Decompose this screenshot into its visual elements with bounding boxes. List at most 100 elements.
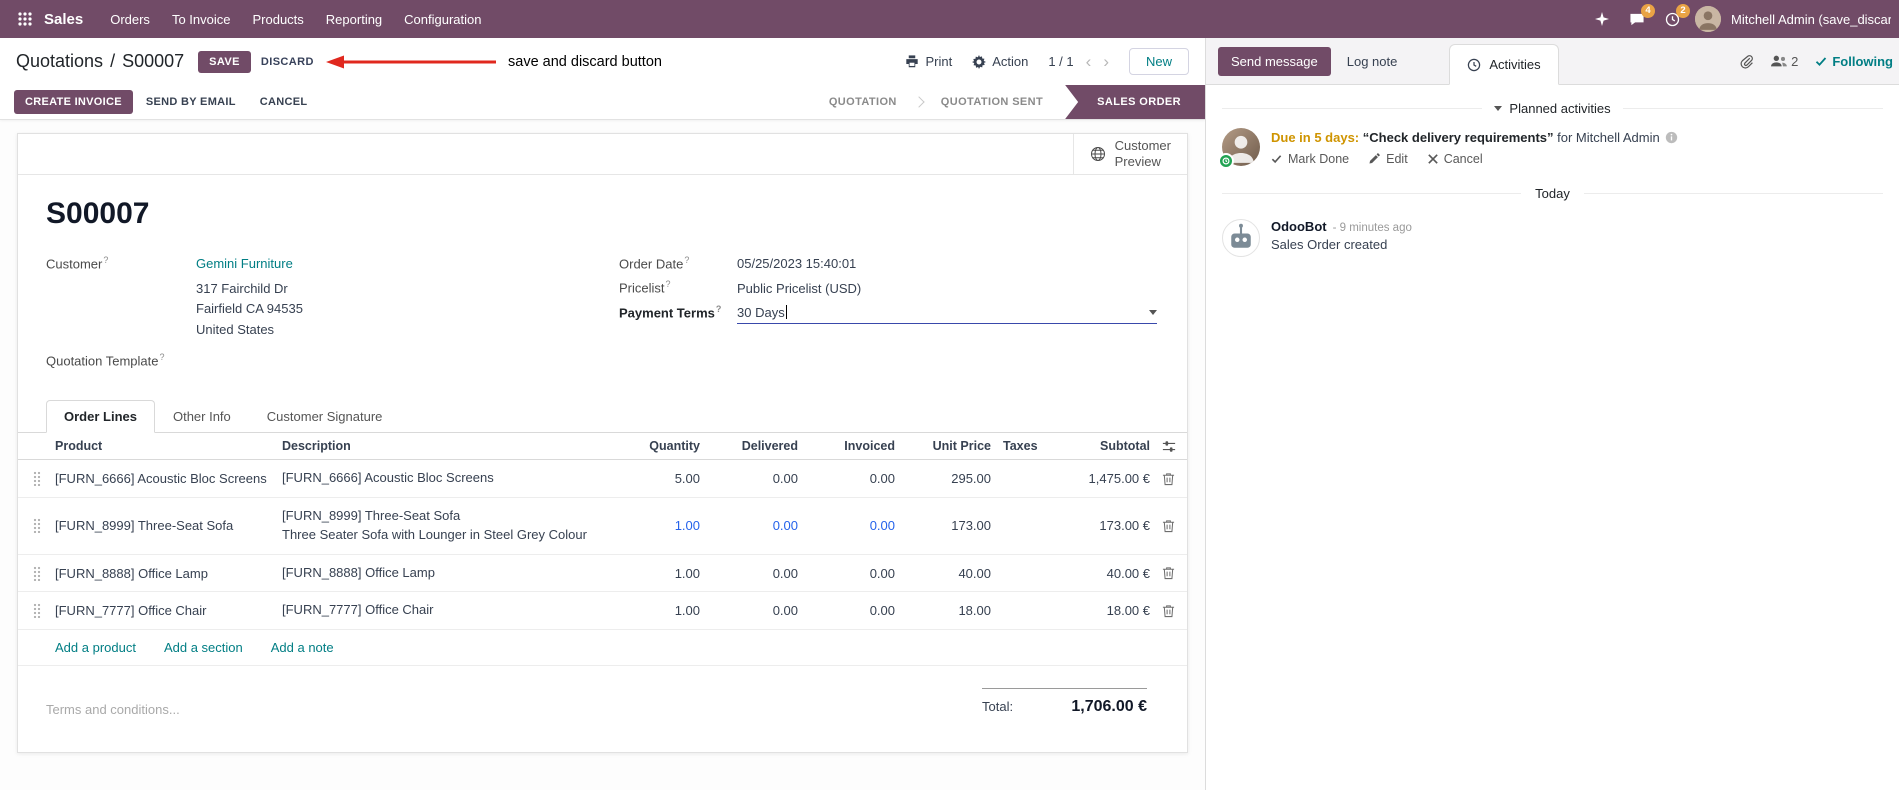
order-line-delivered[interactable]: 0.00 [700,603,798,618]
send-message-button[interactable]: Send message [1218,46,1331,76]
user-avatar[interactable] [1695,6,1721,32]
order-line-product[interactable]: [FURN_8999] Three-Seat Sofa [55,518,282,533]
print-button[interactable]: Print [905,54,952,69]
planned-activities-header[interactable]: Planned activities [1222,101,1884,116]
cancel-activity-button[interactable]: Cancel [1427,152,1483,166]
log-note-button[interactable]: Log note [1335,47,1410,76]
add-section-link[interactable]: Add a section [164,640,243,655]
drag-handle-icon[interactable] [32,518,41,534]
header-unit-price[interactable]: Unit Price [895,439,991,453]
delete-line-icon[interactable] [1162,604,1175,618]
dropdown-caret-icon[interactable] [1149,309,1157,315]
header-taxes[interactable]: Taxes [991,439,1055,453]
save-button[interactable]: SAVE [198,50,251,73]
stage-quotation[interactable]: QUOTATION [813,85,913,119]
tab-order-lines[interactable]: Order Lines [46,400,155,434]
delete-line-icon[interactable] [1162,566,1175,580]
action-menu-button[interactable]: Action [972,54,1028,69]
order-line-quantity[interactable]: 5.00 [610,471,700,486]
customer-preview-button[interactable]: Customer Preview [1072,134,1187,174]
order-line-description[interactable]: [FURN_8999] Three-Seat Sofa Three Seater … [282,507,610,545]
order-line-invoiced[interactable]: 0.00 [798,471,895,486]
following-button[interactable]: Following [1815,54,1893,69]
optional-columns-icon[interactable] [1162,440,1176,453]
drag-handle-icon[interactable] [32,471,41,486]
order-line-invoiced[interactable]: 0.00 [798,518,895,533]
activity-user-avatar[interactable] [1218,128,1260,169]
order-line-description[interactable]: [FURN_7777] Office Chair [282,601,610,620]
order-line-product[interactable]: [FURN_6666] Acoustic Bloc Screens [55,471,282,486]
messages-icon[interactable]: 4 [1624,3,1655,31]
activities-clock-icon[interactable]: 2 [1660,3,1690,31]
header-subtotal[interactable]: Subtotal [1055,439,1150,453]
header-product[interactable]: Product [55,439,282,453]
header-invoiced[interactable]: Invoiced [798,439,895,453]
menu-configuration[interactable]: Configuration [393,2,492,37]
pricelist-field-value[interactable]: Public Pricelist (USD) [737,281,861,296]
order-line-quantity[interactable]: 1.00 [610,566,700,581]
create-invoice-button[interactable]: CREATE INVOICE [14,90,133,114]
header-quantity[interactable]: Quantity [610,439,700,453]
tab-customer-signature[interactable]: Customer Signature [249,400,401,433]
odoobot-avatar[interactable] [1222,219,1260,257]
apps-grid-icon[interactable] [10,12,40,26]
activities-tab[interactable]: Activities [1449,44,1559,85]
table-row[interactable]: [FURN_8999] Three-Seat Sofa [FURN_8999] … [18,498,1187,555]
new-button[interactable]: New [1128,48,1189,75]
order-line-description[interactable]: [FURN_6666] Acoustic Bloc Screens [282,469,610,488]
sparkle-icon[interactable] [1590,8,1614,30]
add-note-link[interactable]: Add a note [271,640,334,655]
stage-sales-order[interactable]: SALES ORDER [1065,85,1205,119]
header-delivered[interactable]: Delivered [700,439,798,453]
order-line-product[interactable]: [FURN_8888] Office Lamp [55,566,282,581]
delete-line-icon[interactable] [1162,519,1175,533]
stage-quotation-sent[interactable]: QUOTATION SENT [925,85,1059,119]
pager-previous-icon[interactable]: ‹ [1086,53,1092,70]
table-row[interactable]: [FURN_8888] Office Lamp [FURN_8888] Offi… [18,555,1187,593]
menu-products[interactable]: Products [241,2,314,37]
order-line-delivered[interactable]: 0.00 [700,566,798,581]
drag-handle-icon[interactable] [32,603,41,619]
table-row[interactable]: [FURN_6666] Acoustic Bloc Screens [FURN_… [18,460,1187,498]
followers-button[interactable]: 2 [1771,54,1798,69]
breadcrumb-quotations[interactable]: Quotations [16,51,103,72]
order-line-quantity[interactable]: 1.00 [610,518,700,533]
info-icon[interactable] [1665,131,1678,144]
order-line-delivered[interactable]: 0.00 [700,518,798,533]
header-description[interactable]: Description [282,439,610,453]
order-line-invoiced[interactable]: 0.00 [798,566,895,581]
tab-other-info[interactable]: Other Info [155,400,249,433]
mark-done-button[interactable]: Mark Done [1271,152,1349,166]
drag-handle-icon[interactable] [32,565,41,581]
order-line-unit-price[interactable]: 18.00 [895,603,991,618]
customer-field-value[interactable]: Gemini Furniture [196,256,293,271]
status-bar: CREATE INVOICE SEND BY EMAIL CANCEL QUOT… [0,85,1205,120]
menu-reporting[interactable]: Reporting [315,2,393,37]
order-line-unit-price[interactable]: 40.00 [895,566,991,581]
add-product-link[interactable]: Add a product [55,640,136,655]
order-date-field-value[interactable]: 05/25/2023 15:40:01 [737,256,856,271]
payment-terms-field-input[interactable]: 30 Days [737,305,1157,324]
menu-orders[interactable]: Orders [99,2,161,37]
message-author[interactable]: OdooBot [1271,219,1327,234]
cancel-order-button[interactable]: CANCEL [249,90,319,114]
order-line-unit-price[interactable]: 173.00 [895,518,991,533]
delete-line-icon[interactable] [1162,472,1175,486]
user-name[interactable]: Mitchell Admin (save_discar [1731,12,1891,27]
order-line-product[interactable]: [FURN_7777] Office Chair [55,603,282,618]
order-line-quantity[interactable]: 1.00 [610,603,700,618]
menu-to-invoice[interactable]: To Invoice [161,2,242,37]
order-line-delivered[interactable]: 0.00 [700,471,798,486]
terms-placeholder[interactable]: Terms and conditions... [46,702,180,717]
activity-summary-line: Due in 5 days: “Check delivery requireme… [1271,128,1678,148]
order-line-invoiced[interactable]: 0.00 [798,603,895,618]
order-line-description[interactable]: [FURN_8888] Office Lamp [282,564,610,583]
edit-activity-button[interactable]: Edit [1369,152,1408,166]
app-name[interactable]: Sales [44,11,83,28]
pager-next-icon[interactable]: › [1103,53,1109,70]
attachments-button[interactable] [1739,54,1754,69]
discard-button[interactable]: DISCARD [251,51,324,73]
send-by-email-button[interactable]: SEND BY EMAIL [135,90,247,114]
table-row[interactable]: [FURN_7777] Office Chair [FURN_7777] Off… [18,592,1187,631]
order-line-unit-price[interactable]: 295.00 [895,471,991,486]
